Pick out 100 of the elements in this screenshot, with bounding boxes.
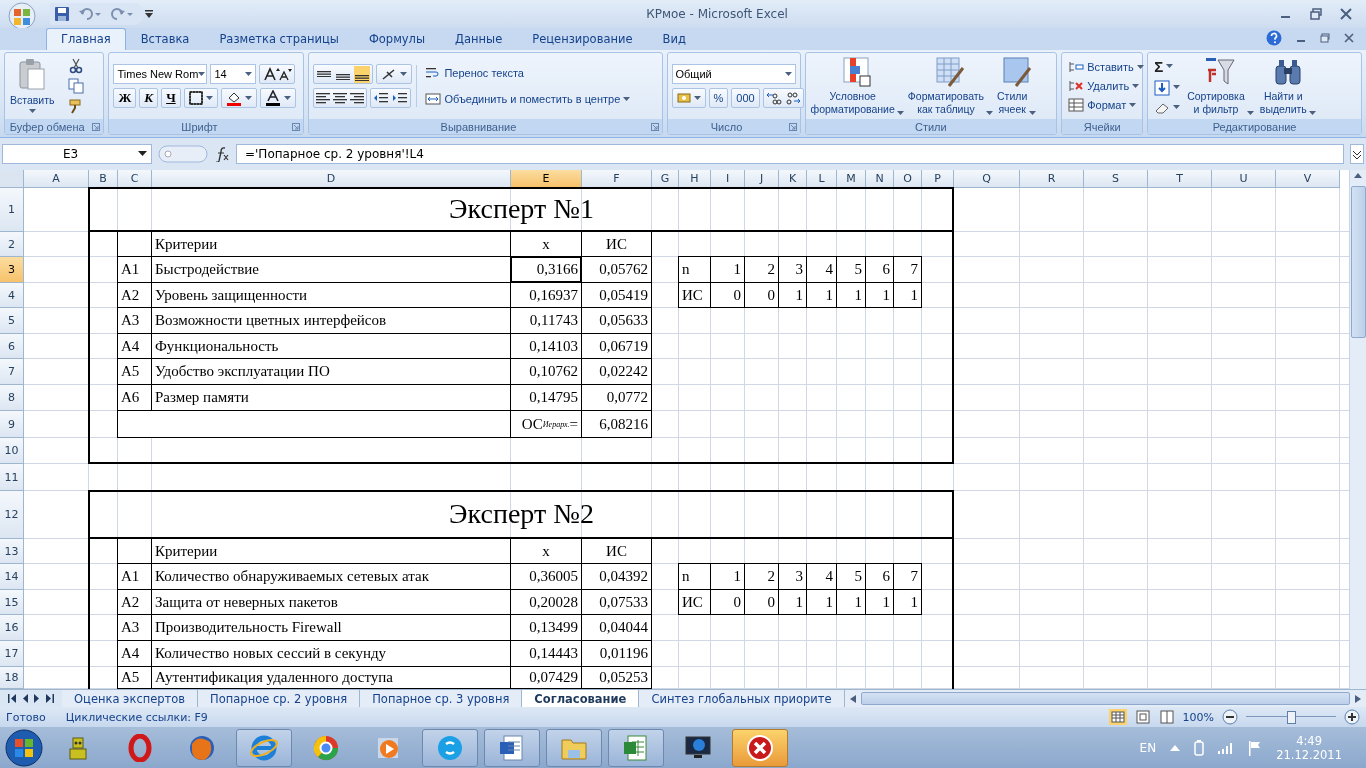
column-header[interactable]: G — [652, 170, 679, 188]
column-header[interactable]: L — [807, 170, 837, 188]
row-header[interactable]: 10 — [0, 438, 24, 464]
row-header[interactable]: 2 — [0, 232, 24, 257]
scissors-icon[interactable] — [67, 58, 84, 74]
caret-icon[interactable] — [1246, 111, 1254, 116]
caret-icon[interactable] — [1173, 105, 1181, 110]
currency-button[interactable] — [671, 88, 706, 108]
page-break-view-icon[interactable] — [1158, 709, 1175, 725]
column-header[interactable]: Q — [954, 170, 1020, 188]
row-header[interactable]: 16 — [0, 615, 24, 641]
caret-icon[interactable] — [986, 111, 994, 116]
taskbar-button[interactable] — [732, 729, 788, 767]
row-header[interactable]: 1 — [0, 188, 24, 232]
font-color-button[interactable] — [259, 88, 296, 108]
column-header[interactable]: M — [837, 170, 866, 188]
caret-icon[interactable] — [1029, 111, 1037, 116]
styles-button[interactable]: Условное форматирование — [809, 56, 905, 116]
caret-icon[interactable] — [28, 109, 36, 114]
horizontal-scrollbar[interactable] — [844, 690, 1366, 707]
row-header[interactable]: 12 — [0, 491, 24, 539]
caret-icon[interactable] — [1132, 83, 1140, 89]
ribbon-tab[interactable]: Данные — [440, 28, 518, 50]
thousands-button[interactable]: 000 — [731, 88, 760, 108]
close-icon[interactable] — [1344, 33, 1354, 43]
help-icon[interactable] — [1266, 30, 1282, 46]
ribbon-tab[interactable]: Главная — [46, 28, 126, 50]
cells-button[interactable]: Удалить — [1066, 78, 1142, 94]
sheet-tab[interactable]: Согласование — [522, 690, 640, 707]
sheet-tab[interactable]: Синтез глобальных приорите — [639, 690, 845, 707]
sheet-tab[interactable]: Оценка экспертов — [62, 690, 199, 707]
column-header[interactable]: A — [24, 170, 89, 188]
column-header[interactable]: F — [582, 170, 652, 188]
name-box[interactable]: E3 — [2, 144, 152, 164]
align-left-icon[interactable] — [316, 92, 331, 104]
zoom-out-icon[interactable] — [1222, 709, 1238, 725]
vertical-scrollbar[interactable] — [1349, 170, 1366, 689]
autosum-button[interactable]: Σ — [1152, 56, 1176, 76]
column-header[interactable]: I — [711, 170, 745, 188]
column-header[interactable]: K — [779, 170, 807, 188]
number-format-field[interactable]: Общий — [671, 64, 796, 84]
row-header[interactable]: 8 — [0, 385, 24, 411]
close-icon[interactable] — [1340, 8, 1352, 20]
zoom-level[interactable]: 100% — [1182, 710, 1214, 724]
row-header[interactable]: 9 — [0, 411, 24, 438]
column-header[interactable]: B — [89, 170, 118, 188]
row-header[interactable]: 17 — [0, 641, 24, 667]
column-header[interactable]: U — [1212, 170, 1276, 188]
paste-button[interactable]: Вставить — [9, 58, 56, 114]
scroll-left-icon[interactable] — [848, 693, 857, 704]
column-header[interactable]: N — [866, 170, 894, 188]
expand-handle-icon[interactable] — [158, 144, 208, 164]
formula-field[interactable]: ='Попарное ср. 2 уровня'!L4 — [236, 144, 1344, 164]
caret-icon[interactable] — [245, 71, 253, 77]
zoom-slider-thumb[interactable] — [1287, 711, 1296, 724]
orientation-button[interactable] — [376, 64, 413, 84]
taskbar-button[interactable] — [484, 729, 540, 767]
row-header[interactable]: 7 — [0, 359, 24, 385]
restore-icon[interactable] — [1320, 33, 1330, 43]
row-header[interactable]: 14 — [0, 564, 24, 590]
caret-icon[interactable] — [693, 95, 701, 101]
column-header[interactable]: H — [679, 170, 711, 188]
caret-icon[interactable] — [283, 95, 291, 101]
previous-sheet-icon[interactable] — [22, 694, 28, 703]
vertical-align-buttons[interactable] — [313, 64, 374, 84]
zoom-in-icon[interactable] — [1344, 709, 1360, 725]
fill-color-button[interactable] — [220, 88, 257, 108]
row-header[interactable]: 6 — [0, 334, 24, 359]
column-header[interactable]: T — [1148, 170, 1212, 188]
align-right-icon[interactable] — [350, 92, 365, 104]
dialog-launcher-icon[interactable] — [292, 122, 301, 131]
row-header[interactable]: 15 — [0, 590, 24, 615]
bold-button[interactable]: Ж — [113, 88, 137, 108]
caret-icon[interactable] — [1129, 102, 1137, 108]
styles-button[interactable]: Форматировать как таблицу — [906, 56, 995, 116]
column-header[interactable]: R — [1020, 170, 1084, 188]
row-header[interactable]: 3 — [0, 257, 24, 283]
customize-caret-icon[interactable] — [144, 9, 154, 19]
column-header[interactable]: V — [1276, 170, 1340, 188]
insert-function-button[interactable] — [214, 146, 230, 162]
merge-center-button[interactable]: Объединить и поместить в центре — [423, 91, 633, 107]
column-header[interactable]: S — [1084, 170, 1148, 188]
dialog-launcher-icon[interactable] — [788, 122, 797, 131]
decimal-buttons[interactable] — [762, 88, 804, 108]
horizontal-align-buttons[interactable] — [313, 88, 368, 108]
styles-button[interactable]: Стили ячеек — [996, 56, 1038, 116]
caret-icon[interactable] — [1173, 85, 1181, 90]
indent-buttons[interactable] — [370, 88, 412, 108]
row-header[interactable]: 11 — [0, 464, 24, 491]
ribbon-tab[interactable]: Рецензирование — [517, 28, 648, 50]
column-header[interactable]: J — [745, 170, 779, 188]
wrap-text-button[interactable]: Перенос текста — [423, 65, 526, 81]
save-icon[interactable] — [54, 6, 70, 22]
ribbon-tab[interactable]: Вставка — [125, 28, 205, 50]
row-header[interactable]: 5 — [0, 308, 24, 334]
caret-icon[interactable] — [1166, 63, 1174, 69]
last-sheet-icon[interactable] — [46, 694, 54, 703]
align-center-icon[interactable] — [333, 92, 348, 104]
sheet-tab[interactable]: Попарное ср. 3 уровня — [360, 690, 523, 707]
column-header[interactable]: E — [511, 170, 582, 188]
